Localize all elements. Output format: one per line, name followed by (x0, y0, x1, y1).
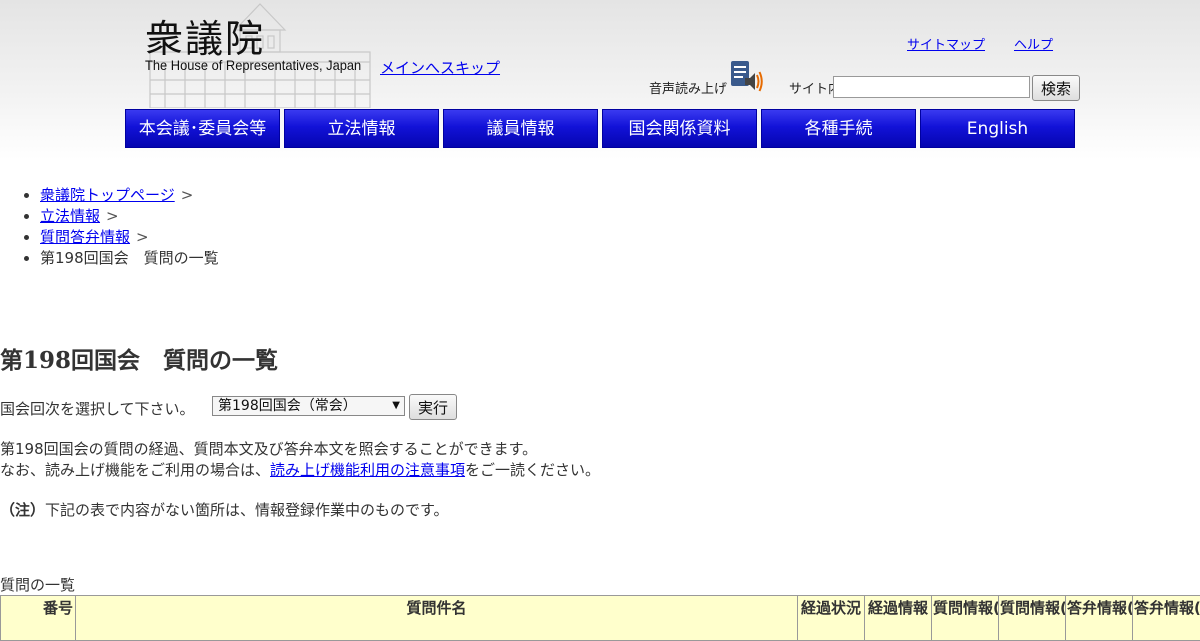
breadcrumb-separator: > (181, 186, 194, 204)
breadcrumb-separator: > (106, 207, 119, 225)
session-select-label: 国会回次を選択して下さい。 (0, 398, 195, 419)
site-logo-jp: 衆議院 (145, 8, 265, 63)
nav-item-english[interactable]: English (920, 109, 1075, 148)
description-line-1: 第198回国会の質問の経過、質問本文及び答弁本文を照会することができます。 (0, 439, 600, 460)
dropdown-arrow-icon: ▼ (392, 397, 400, 415)
description-text: をご一読ください。 (465, 461, 600, 479)
breadcrumb-item: 衆議院トップページ > (40, 185, 219, 206)
description-line-2: なお、読み上げ機能をご利用の場合は、読み上げ機能利用の注意事項をご一読ください。 (0, 460, 600, 481)
session-select-value: 第198回国会（常会） (218, 398, 357, 414)
col-header-question-pdf: 質問情報(PDF) (999, 596, 1066, 641)
table-caption: 質問の一覧 (0, 574, 75, 595)
breadcrumb-item: 第198回国会 質問の一覧 (40, 248, 219, 269)
speaker-document-icon[interactable] (729, 60, 763, 92)
question-list-table: 番号 質問件名 経過状況 経過情報 質問情報(HTML) 質問情報(PDF) 答… (0, 595, 1200, 641)
breadcrumb-item: 質問答弁情報 > (40, 227, 219, 248)
nav-item-plenary-committees[interactable]: 本会議･委員会等 (125, 109, 280, 148)
breadcrumb: 衆議院トップページ > 立法情報 > 質問答弁情報 > 第198回国会 質問の一覧 (22, 185, 219, 269)
col-header-status: 経過状況 (798, 596, 865, 641)
col-header-subject: 質問件名 (76, 596, 798, 641)
breadcrumb-link-top[interactable]: 衆議院トップページ (40, 186, 175, 204)
voice-reading-label[interactable]: 音声読み上げ (649, 78, 727, 97)
col-header-answer-html: 答弁情報(HTML) (1066, 596, 1133, 641)
execute-button[interactable]: 実行 (409, 394, 457, 420)
nav-item-legislation[interactable]: 立法情報 (284, 109, 439, 148)
col-header-number: 番号 (1, 596, 76, 641)
col-header-progress: 経過情報 (865, 596, 932, 641)
col-header-question-html: 質問情報(HTML) (932, 596, 999, 641)
nav-item-diet-materials[interactable]: 国会関係資料 (602, 109, 757, 148)
nav-item-procedures[interactable]: 各種手続 (761, 109, 916, 148)
breadcrumb-link-legislation[interactable]: 立法情報 (40, 207, 100, 225)
breadcrumb-separator: > (136, 228, 149, 246)
note-mark: （注） (0, 501, 45, 519)
help-link[interactable]: ヘルプ (1014, 34, 1053, 53)
sitemap-link[interactable]: サイトマップ (907, 34, 985, 53)
nav-item-members[interactable]: 議員情報 (443, 109, 598, 148)
col-header-answer-pdf: 答弁情報(PDF) (1133, 596, 1200, 641)
note: （注）下記の表で内容がない箇所は、情報登録作業中のものです。 (0, 499, 449, 520)
page-title: 第198回国会 質問の一覧 (0, 341, 278, 375)
skip-to-main-link[interactable]: メインへスキップ (380, 57, 500, 78)
site-search-label: サイト内検索 (789, 78, 834, 97)
breadcrumb-current: 第198回国会 質問の一覧 (40, 249, 219, 267)
page-description: 第198回国会の質問の経過、質問本文及び答弁本文を照会することができます。 なお… (0, 439, 600, 481)
breadcrumb-link-qa-info[interactable]: 質問答弁情報 (40, 228, 130, 246)
search-button[interactable]: 検索 (1032, 75, 1080, 101)
description-text: なお、読み上げ機能をご利用の場合は、 (0, 461, 270, 479)
session-select[interactable]: 第198回国会（常会） ▼ (212, 396, 405, 416)
site-logo-en: The House of Representatives, Japan (145, 57, 361, 73)
site-search-input[interactable] (833, 76, 1030, 98)
reading-notes-link[interactable]: 読み上げ機能利用の注意事項 (270, 461, 465, 479)
note-text: 下記の表で内容がない箇所は、情報登録作業中のものです。 (45, 501, 449, 519)
breadcrumb-item: 立法情報 > (40, 206, 219, 227)
table-header-row: 番号 質問件名 経過状況 経過情報 質問情報(HTML) 質問情報(PDF) 答… (1, 596, 1200, 641)
